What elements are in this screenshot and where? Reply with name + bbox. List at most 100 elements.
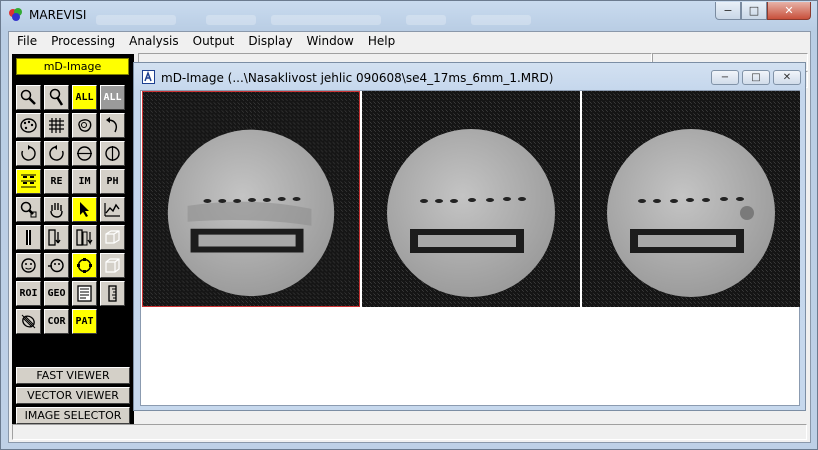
imaginary-part-button[interactable]: IM	[72, 169, 97, 194]
child-close-button[interactable]: ✕	[773, 70, 801, 85]
pattern-button[interactable]: PAT	[72, 309, 97, 334]
mri-slice-2[interactable]	[362, 91, 580, 307]
all-button[interactable]: ALL	[72, 85, 97, 110]
menu-help[interactable]: Help	[361, 32, 402, 51]
real-part-button[interactable]: RE	[44, 169, 69, 194]
curved-arrow-icon	[106, 117, 117, 133]
tool-palette: mD-Image ALL ALL RE IM PH ROI GEO COR PA…	[12, 54, 134, 424]
hatch-tool-button[interactable]	[16, 309, 41, 334]
zoom-region-tool-button[interactable]	[16, 197, 41, 222]
mre-grid-icon	[21, 174, 36, 188]
multi-slice-arrow-icon	[76, 229, 93, 246]
mri-slice-3[interactable]	[582, 91, 800, 307]
title-ghost-2	[206, 15, 256, 25]
flip-horizontal-tool-button[interactable]	[100, 141, 125, 166]
menu-bar: File Processing Analysis Output Display …	[9, 32, 810, 51]
mri-slice-1[interactable]	[142, 91, 360, 307]
maximize-button[interactable]: □	[741, 2, 767, 20]
mri-slice-image	[362, 91, 580, 307]
menu-processing[interactable]: Processing	[44, 32, 122, 51]
app-title: MAREVISI	[29, 8, 87, 22]
blob-tool-button[interactable]	[72, 113, 97, 138]
vertical-bar-icon	[26, 230, 31, 245]
document-icon	[77, 285, 92, 302]
grid-tool-button[interactable]	[44, 113, 69, 138]
menu-output[interactable]: Output	[186, 32, 242, 51]
image-selector-button[interactable]: IMAGE SELECTOR	[16, 407, 130, 424]
palette-icon	[20, 118, 37, 133]
child-maximize-button[interactable]: □	[742, 70, 770, 85]
all-multi-button[interactable]: ALL	[100, 85, 125, 110]
slice-tool-button[interactable]	[16, 225, 41, 250]
zoom-out-tool-button[interactable]	[44, 85, 69, 110]
face-tool-button[interactable]	[16, 253, 41, 278]
flip-vertical-tool-button[interactable]	[72, 141, 97, 166]
fast-viewer-button[interactable]: FAST VIEWER	[16, 367, 130, 384]
palette-tool-button[interactable]	[16, 113, 41, 138]
arrow-pointer-icon	[80, 202, 89, 217]
title-ghost-3	[271, 15, 381, 25]
mri-slice-image	[143, 92, 359, 306]
zoom-in-tool-button[interactable]	[16, 85, 41, 110]
hand-icon	[50, 203, 63, 218]
profile-tool-button[interactable]	[100, 197, 125, 222]
title-ghost-4	[406, 15, 446, 25]
mre-tool-button[interactable]	[16, 169, 41, 194]
disabled-3d-tool-button[interactable]	[100, 225, 125, 250]
status-bar	[12, 424, 807, 440]
phase-button[interactable]: PH	[100, 169, 125, 194]
child-minimize-button[interactable]: −	[711, 70, 739, 85]
slice-arrow-icon	[48, 229, 61, 246]
ruler-icon	[108, 285, 117, 302]
face-search-tool-button[interactable]	[44, 253, 69, 278]
image-child-window: mD-Image (...\Nasaklivost jehlic 090608\…	[133, 62, 806, 411]
menu-display[interactable]: Display	[241, 32, 299, 51]
face-magnifier-icon	[48, 258, 64, 273]
pan-tool-button[interactable]	[44, 197, 69, 222]
multi-slice-tool-button[interactable]	[72, 225, 97, 250]
circle-roi-tool-button[interactable]	[72, 253, 97, 278]
magnifier-region-icon	[20, 201, 37, 218]
circle-handles-icon	[77, 258, 92, 273]
cube-icon	[105, 258, 120, 273]
pointer-tool-button[interactable]	[72, 197, 97, 222]
geo-button[interactable]: GEO	[44, 281, 69, 306]
menu-window[interactable]: Window	[300, 32, 361, 51]
document-tool-button[interactable]	[72, 281, 97, 306]
magnifier-plus-icon	[20, 89, 36, 105]
image-viewport	[140, 90, 800, 406]
disabled-box-icon	[105, 230, 120, 244]
menu-analysis[interactable]: Analysis	[122, 32, 185, 51]
face-icon	[21, 258, 36, 273]
mri-slice-image	[582, 91, 800, 307]
child-caption-buttons: − □ ✕	[711, 70, 801, 85]
magnifier-minus-icon	[49, 88, 64, 106]
main-window: MAREVISI − □ ✕ File Processing Analysis …	[0, 0, 818, 450]
rotate-cw-icon	[21, 145, 36, 161]
window-caption-buttons: − □ ✕	[715, 2, 811, 20]
minimize-button[interactable]: −	[715, 2, 741, 20]
hatched-leaf-icon	[21, 314, 36, 329]
document-window-icon	[142, 70, 155, 84]
flip-horizontal-icon	[105, 146, 120, 161]
cube-tool-button[interactable]	[100, 253, 125, 278]
rotate-ccw-tool-button[interactable]	[44, 141, 69, 166]
toolbox-title: mD-Image	[16, 58, 129, 75]
grid-icon	[49, 118, 64, 133]
roi-button[interactable]: ROI	[16, 281, 41, 306]
vector-viewer-button[interactable]: VECTOR VIEWER	[16, 387, 130, 404]
rotate-cw-tool-button[interactable]	[16, 141, 41, 166]
title-ghost-5	[471, 15, 531, 25]
app-logo-icon	[9, 8, 22, 21]
slice-down-tool-button[interactable]	[44, 225, 69, 250]
menu-file[interactable]: File	[9, 32, 44, 51]
rotate-ccw-icon	[49, 145, 64, 161]
ruler-tool-button[interactable]	[100, 281, 125, 306]
title-ghost-1	[96, 15, 176, 25]
blob-icon	[78, 119, 92, 132]
correction-button[interactable]: COR	[44, 309, 69, 334]
child-window-title: mD-Image (...\Nasaklivost jehlic 090608\…	[161, 71, 554, 85]
undo-tool-button[interactable]	[100, 113, 125, 138]
title-bar[interactable]: MAREVISI − □ ✕	[1, 1, 817, 29]
close-button[interactable]: ✕	[767, 2, 811, 20]
